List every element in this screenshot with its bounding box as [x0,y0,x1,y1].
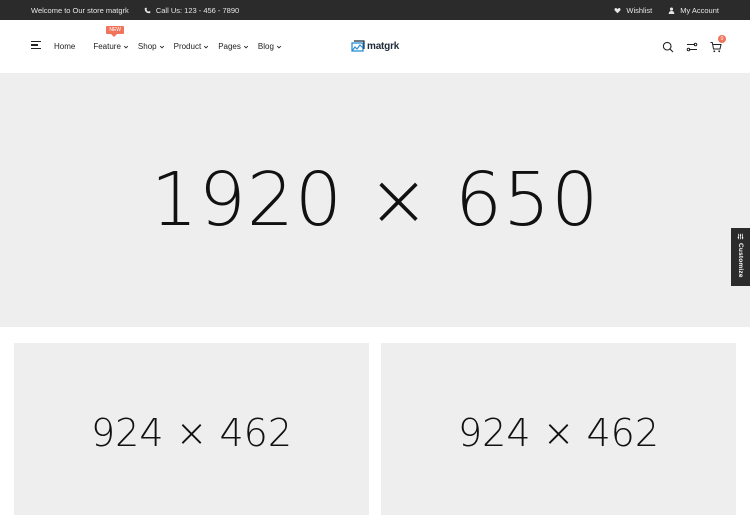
nav-item-label: Home [54,42,76,51]
wishlist-link[interactable]: Wishlist [614,6,652,15]
hero-placeholder-text: 1920 × 650 [150,157,600,243]
main-nav: Home NEW Feature Shop Product Pages Blog [54,20,291,73]
chevron-down-icon [243,45,248,49]
promo-banner-left[interactable]: 924 × 462 [14,343,369,515]
search-icon [662,41,674,53]
logo-icon [351,39,365,52]
chevron-down-icon [123,45,129,49]
nav-item-pages[interactable]: Pages [218,42,249,51]
search-button[interactable] [662,40,674,53]
nav-item-label: Blog [257,42,274,51]
my-account-link[interactable]: My Account [668,6,719,15]
header-icons: 0 [650,35,726,53]
promo-banner-right[interactable]: 924 × 462 [381,343,736,515]
customize-tab[interactable]: Customize [731,228,750,286]
top-bar-right: Wishlist My Account [598,0,719,20]
sliders-icon [737,233,744,240]
menu-toggle-icon[interactable] [31,41,41,51]
phone-info: Call Us: 123 - 456 - 7890 [144,6,239,15]
my-account-label: My Account [680,5,719,15]
main-header: Home NEW Feature Shop Product Pages Blog [0,20,750,73]
phone-icon [144,7,151,13]
chevron-down-icon [276,45,282,49]
heart-icon [614,7,621,13]
logo-text: matgrk [367,40,400,52]
phone-text: Call Us: 123 - 456 - 7890 [155,5,240,15]
wishlist-label: Wishlist [626,5,653,15]
banner-placeholder-text: 924 × 462 [90,410,293,455]
nav-item-feature[interactable]: NEW Feature [93,26,129,51]
top-bar-left: Welcome to Our store matgrk Call Us: 123… [31,0,239,20]
nav-item-label: Feature [93,42,121,51]
nav-item-label: Pages [218,42,241,51]
nav-item-shop[interactable]: Shop [138,42,165,51]
nav-item-home[interactable]: Home [54,42,75,51]
cart-count-badge: 0 [718,35,726,43]
user-icon [668,7,675,14]
nav-item-label: Product [173,42,202,51]
nav-item-blog[interactable]: Blog [258,42,282,51]
chevron-down-icon [159,45,164,49]
banner-placeholder-text: 924 × 462 [457,410,660,455]
new-badge: NEW [106,26,125,37]
chevron-down-icon [204,45,209,49]
cart-button[interactable]: 0 [710,35,726,53]
welcome-text: Welcome to Our store matgrk [31,5,129,15]
hero-banner[interactable]: 1920 × 650 [0,73,750,327]
top-bar: Welcome to Our store matgrk Call Us: 123… [0,0,750,20]
nav-item-label: Shop [137,42,157,51]
compare-icon [686,42,698,52]
compare-button[interactable] [686,40,698,52]
site-logo[interactable]: matgrk [351,39,399,53]
nav-item-product[interactable]: Product [174,42,210,51]
customize-label: Customize [737,243,744,278]
